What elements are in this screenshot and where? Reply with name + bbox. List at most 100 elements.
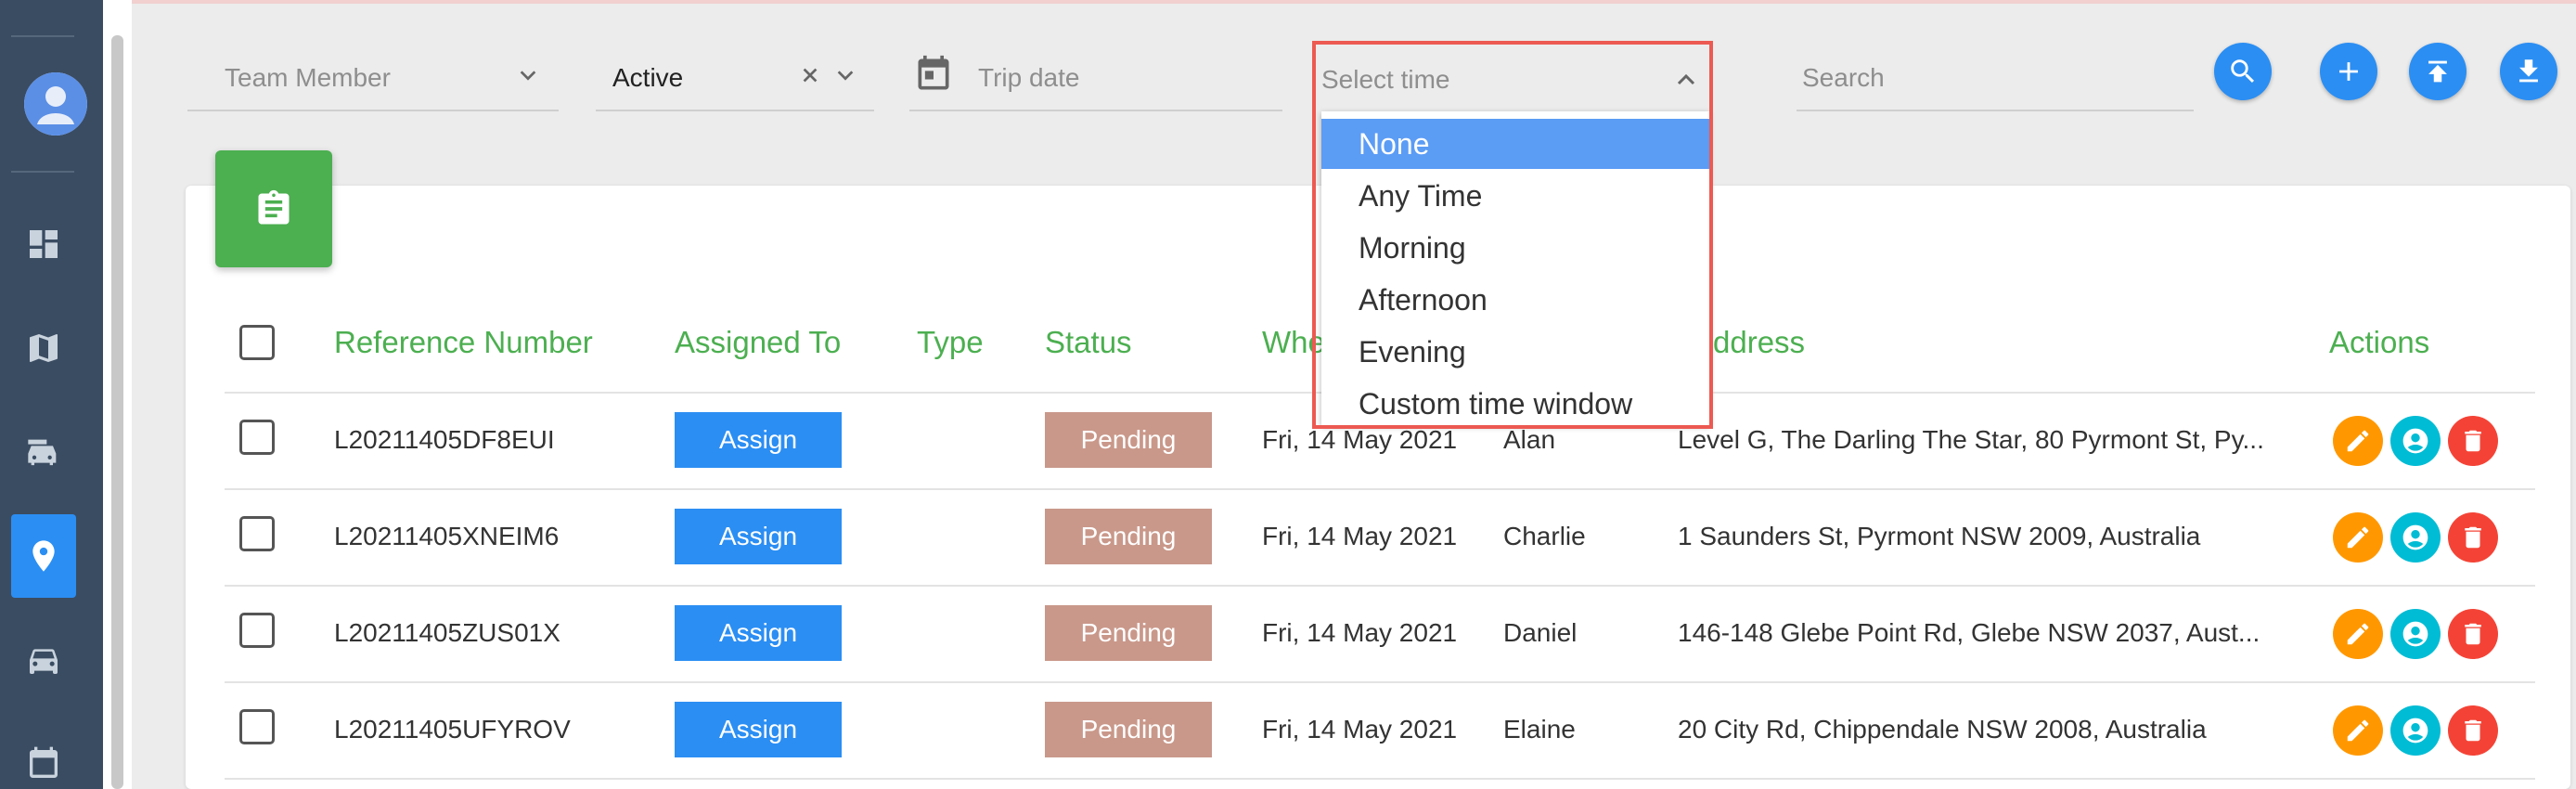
edit-button[interactable] bbox=[2333, 512, 2383, 563]
map-icon bbox=[30, 334, 58, 362]
column-header-assigned[interactable]: Assigned To bbox=[675, 325, 841, 360]
trip-date: Fri, 14 May 2021 bbox=[1262, 522, 1458, 550]
location-pin-icon bbox=[32, 540, 55, 572]
add-button[interactable] bbox=[2320, 43, 2377, 100]
assign-button[interactable]: Assign bbox=[675, 412, 842, 468]
delete-button[interactable] bbox=[2448, 416, 2498, 466]
avatar[interactable] bbox=[24, 72, 87, 136]
add-icon bbox=[2339, 62, 2358, 81]
delete-button[interactable] bbox=[2448, 705, 2498, 756]
customer-name: Daniel bbox=[1503, 618, 1578, 647]
view-user-button[interactable] bbox=[2390, 416, 2441, 466]
upload-icon bbox=[2428, 60, 2447, 83]
sidebar-item-vehicles[interactable] bbox=[11, 618, 76, 702]
trash-icon bbox=[2465, 719, 2481, 742]
customer-name: Alan bbox=[1503, 425, 1556, 454]
sidebar-divider bbox=[11, 35, 74, 37]
clear-icon[interactable] bbox=[800, 65, 820, 85]
chevron-up-icon bbox=[1677, 73, 1695, 85]
sidebar-item-fleet[interactable] bbox=[11, 410, 76, 494]
column-header-reference[interactable]: Reference Number bbox=[334, 325, 593, 360]
status-value: Active bbox=[612, 63, 684, 92]
chevron-down-icon bbox=[837, 71, 854, 81]
search-input[interactable]: Search bbox=[1797, 37, 2194, 111]
status-badge: Pending bbox=[1045, 605, 1212, 661]
dashboard-icon bbox=[30, 230, 58, 258]
assign-button[interactable]: Assign bbox=[675, 702, 842, 757]
user-circle-icon bbox=[2402, 428, 2428, 454]
status-badge: Pending bbox=[1045, 412, 1212, 468]
view-user-button[interactable] bbox=[2390, 705, 2441, 756]
pencil-icon bbox=[2347, 623, 2369, 645]
sidebar-item-dashboard[interactable] bbox=[11, 202, 76, 286]
search-placeholder: Search bbox=[1802, 63, 1885, 92]
search-button[interactable] bbox=[2214, 43, 2272, 100]
delete-button[interactable] bbox=[2448, 609, 2498, 659]
table-divider bbox=[225, 585, 2535, 587]
sidebar-divider bbox=[11, 171, 74, 173]
search-icon bbox=[2231, 59, 2255, 84]
download-button[interactable] bbox=[2500, 43, 2557, 100]
address: 146-148 Glebe Point Rd, Glebe NSW 2037, … bbox=[1678, 618, 2260, 647]
car-icon bbox=[30, 649, 58, 674]
top-divider bbox=[132, 0, 2576, 4]
table-divider bbox=[225, 488, 2535, 490]
view-user-button[interactable] bbox=[2390, 512, 2441, 563]
trip-date-field[interactable]: Trip date bbox=[909, 37, 1282, 111]
status-badge: Pending bbox=[1045, 702, 1212, 757]
table-divider bbox=[225, 778, 2535, 780]
status-select[interactable]: Active bbox=[596, 37, 874, 111]
customer-name: Elaine bbox=[1503, 715, 1576, 744]
row-checkbox[interactable] bbox=[239, 709, 275, 744]
calendar-icon bbox=[30, 746, 58, 778]
upload-button[interactable] bbox=[2409, 43, 2467, 100]
card-header-icon bbox=[215, 150, 332, 267]
chevron-down-icon bbox=[520, 71, 536, 81]
sidebar-scroll-thumb[interactable] bbox=[111, 35, 123, 789]
column-header-type[interactable]: Type bbox=[917, 325, 984, 360]
status-badge: Pending bbox=[1045, 509, 1212, 564]
reference-number: L20211405UFYROV bbox=[334, 715, 571, 744]
sidebar bbox=[0, 0, 132, 789]
calendar-icon bbox=[918, 55, 949, 90]
assign-button[interactable]: Assign bbox=[675, 509, 842, 564]
sidebar-item-locations[interactable] bbox=[11, 514, 76, 598]
pencil-icon bbox=[2347, 719, 2369, 742]
address: 1 Saunders St, Pyrmont NSW 2009, Austral… bbox=[1678, 522, 2201, 550]
sidebar-item-map[interactable] bbox=[11, 306, 76, 390]
column-header-status[interactable]: Status bbox=[1045, 325, 1132, 360]
trip-date-placeholder: Trip date bbox=[978, 63, 1080, 92]
edit-button[interactable] bbox=[2333, 416, 2383, 466]
customer-name: Charlie bbox=[1503, 522, 1586, 550]
user-circle-icon bbox=[2402, 718, 2428, 744]
trash-icon bbox=[2465, 623, 2481, 645]
reference-number: L20211405DF8EUI bbox=[334, 425, 555, 454]
row-checkbox[interactable] bbox=[239, 420, 275, 455]
select-all-checkbox[interactable] bbox=[239, 325, 275, 360]
table-divider bbox=[225, 681, 2535, 683]
row-checkbox[interactable] bbox=[239, 613, 275, 648]
reference-number: L20211405ZUS01X bbox=[334, 618, 560, 647]
fleet-icon bbox=[28, 439, 57, 466]
reference-number: L20211405XNEIM6 bbox=[334, 522, 560, 550]
column-header-address[interactable]: ddress bbox=[1713, 325, 1805, 360]
clipboard-icon bbox=[258, 189, 290, 225]
view-user-button[interactable] bbox=[2390, 609, 2441, 659]
sidebar-item-calendar[interactable] bbox=[11, 722, 76, 789]
row-checkbox[interactable] bbox=[239, 516, 275, 551]
trip-date: Fri, 14 May 2021 bbox=[1262, 715, 1458, 744]
team-member-placeholder: Team Member bbox=[225, 63, 391, 92]
team-member-select[interactable]: Team Member bbox=[187, 37, 559, 111]
user-circle-icon bbox=[2402, 621, 2428, 647]
edit-button[interactable] bbox=[2333, 705, 2383, 756]
trip-date: Fri, 14 May 2021 bbox=[1262, 425, 1458, 454]
assign-button[interactable]: Assign bbox=[675, 605, 842, 661]
trash-icon bbox=[2465, 526, 2481, 549]
edit-button[interactable] bbox=[2333, 609, 2383, 659]
select-time-field[interactable]: Select time bbox=[1312, 41, 1713, 429]
address: Level G, The Darling The Star, 80 Pyrmon… bbox=[1678, 425, 2264, 454]
pencil-icon bbox=[2347, 430, 2369, 452]
delete-button[interactable] bbox=[2448, 512, 2498, 563]
pencil-icon bbox=[2347, 526, 2369, 549]
user-circle-icon bbox=[2402, 524, 2428, 550]
